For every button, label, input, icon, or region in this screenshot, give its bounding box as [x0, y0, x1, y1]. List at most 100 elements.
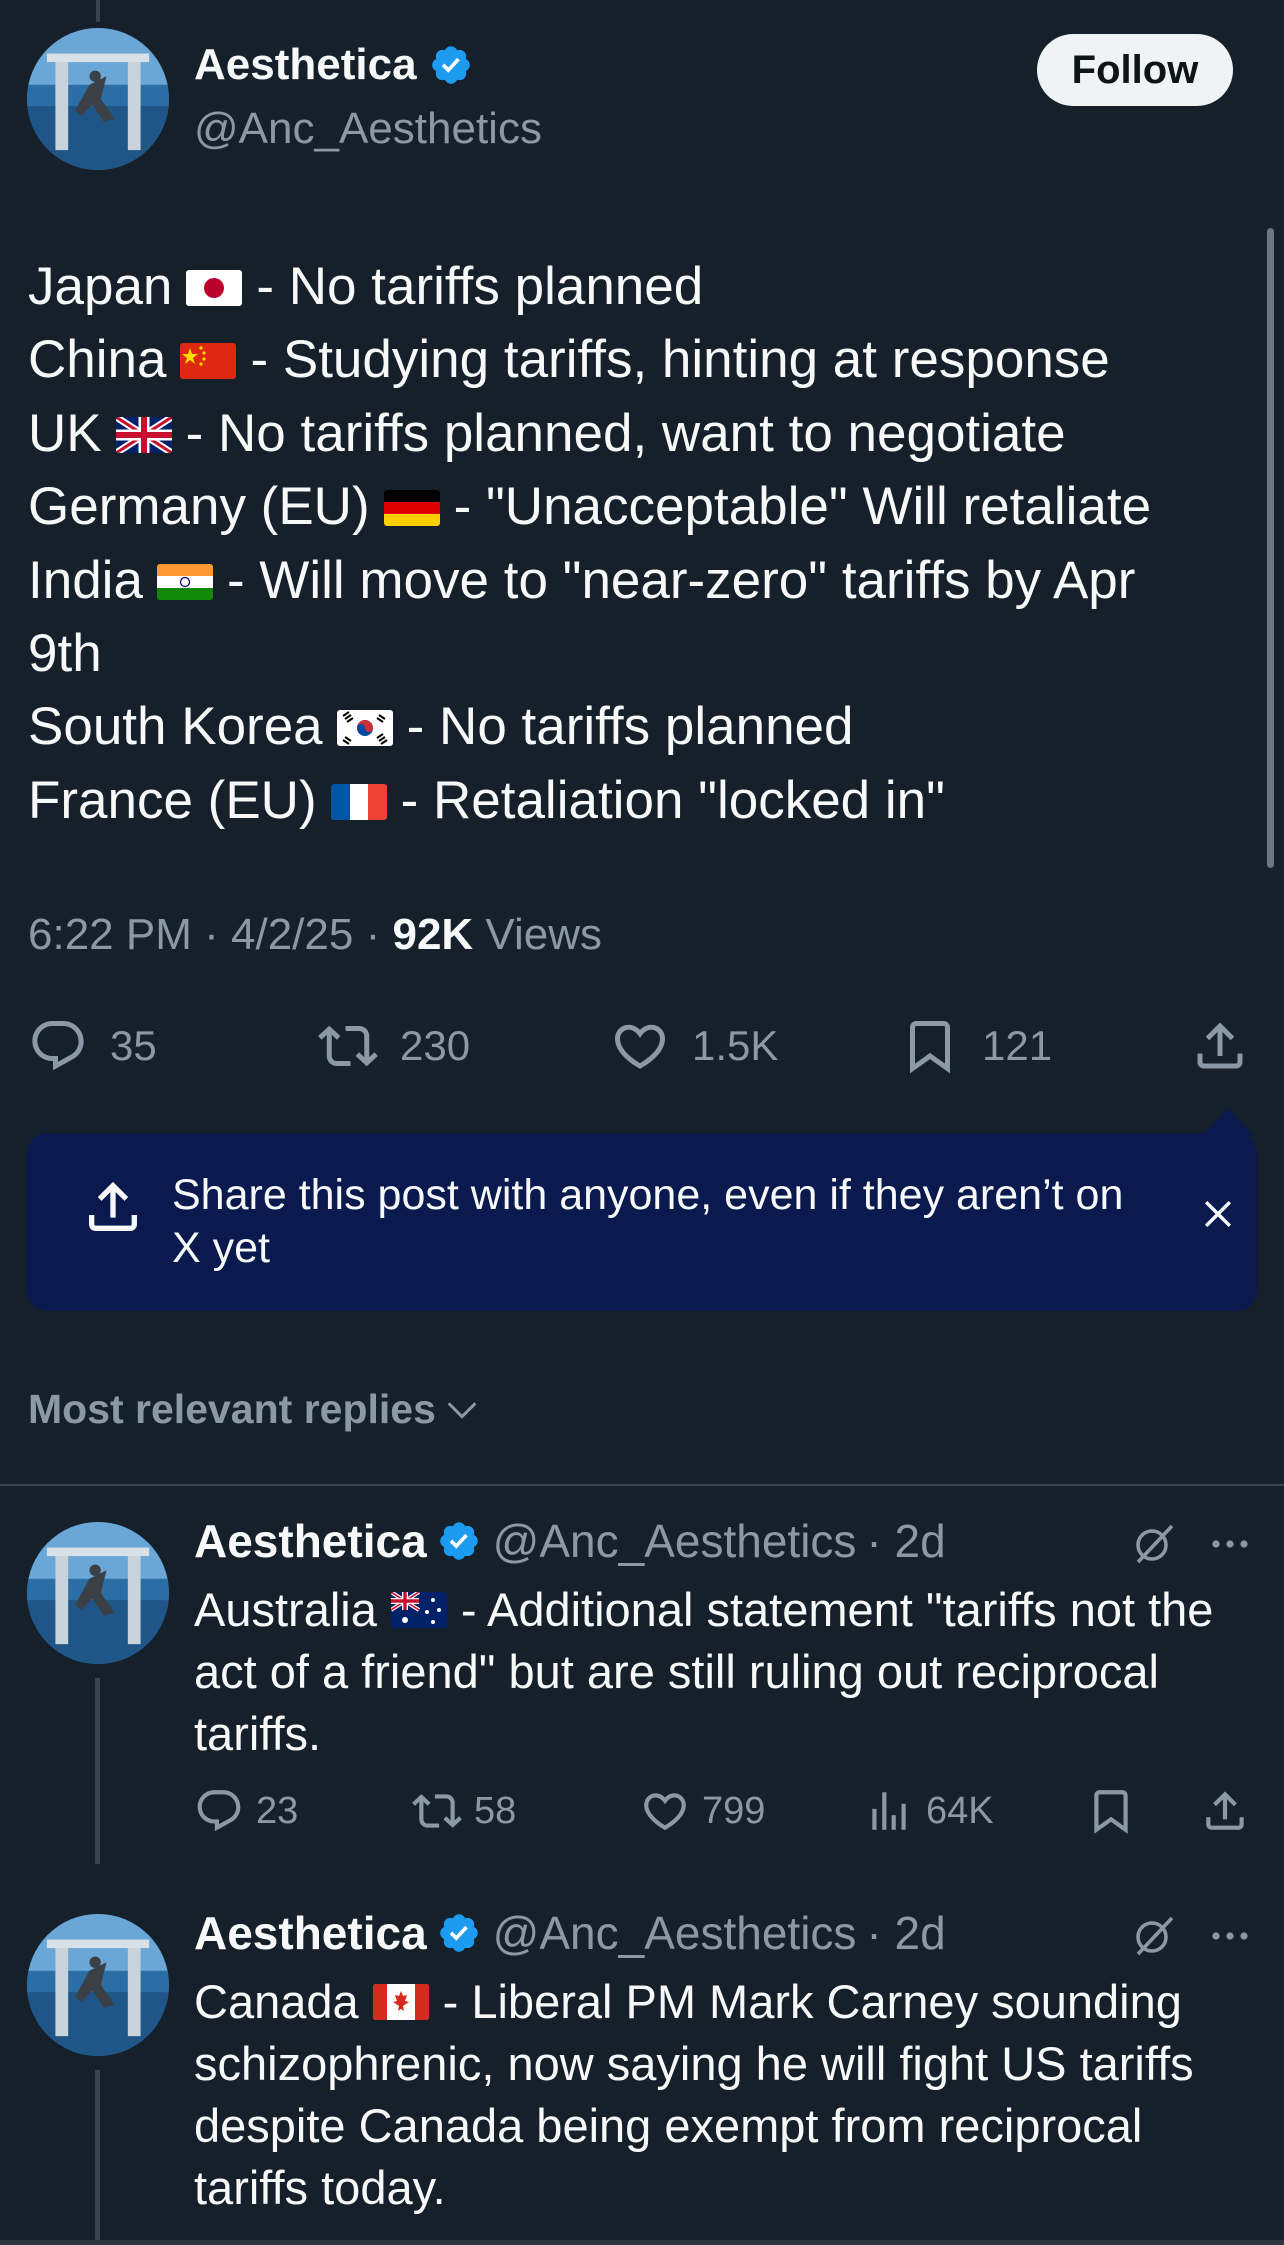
share-icon: [89, 1181, 137, 1231]
france-flag-icon: [330, 783, 387, 820]
post-line-status: - Will move to "near-zero" tariffs by Ap…: [226, 550, 1136, 610]
views-count: 64K: [926, 1789, 994, 1832]
grok-icon[interactable]: [1130, 1912, 1178, 1960]
reply-age[interactable]: · 2d: [866, 1514, 945, 1568]
heart-icon: [644, 1793, 686, 1831]
like-button[interactable]: 799: [640, 1786, 765, 1836]
post-line-country: China: [28, 330, 167, 390]
bookmark-icon: [910, 1021, 950, 1074]
reply-text: Australia - Additional statement "tariffs…: [194, 1579, 1254, 1765]
reply-count: 23: [256, 1789, 299, 1832]
reply-author-handle[interactable]: @Anc_Aesthetics: [493, 1514, 857, 1568]
bookmark-icon[interactable]: [1086, 1786, 1136, 1836]
post-line: South Korea - No tariffs planned: [28, 690, 1228, 763]
repost-button[interactable]: 58: [412, 1786, 516, 1836]
post-line-country: France (EU): [28, 770, 317, 830]
views-label: Views: [485, 910, 602, 959]
like-button[interactable]: 1.5K: [610, 1016, 778, 1076]
reply-text-country: Australia: [194, 1583, 377, 1636]
post-date[interactable]: 4/2/25: [231, 910, 353, 959]
post-line: India - Will move to "near-zero" tariffs …: [28, 544, 1228, 617]
bottom-divider: [0, 2240, 1284, 2245]
like-count: 799: [702, 1789, 766, 1832]
india-flag-icon: [156, 563, 213, 600]
reply-button[interactable]: 23: [194, 1786, 298, 1836]
post-actions: 35 230 1.5K 121: [0, 1008, 1284, 1084]
views-button[interactable]: 64K: [864, 1786, 994, 1836]
australia-flag-icon: [390, 1592, 447, 1628]
post-line-status: - Studying tariffs, hinting at response: [250, 330, 1110, 390]
germany-flag-icon: [383, 490, 440, 527]
reply-author-name[interactable]: Aesthetica: [194, 1906, 427, 1960]
post-line: China - Studying tariffs, hinting at resp…: [28, 323, 1228, 396]
more-icon[interactable]: [1206, 1912, 1254, 1960]
reply-header: Aesthetica @Anc_Aesthetics · 2d: [194, 1514, 946, 1568]
like-count: 1.5K: [692, 1022, 779, 1069]
post-line: Germany (EU) - "Unacceptable" Will retali…: [28, 470, 1228, 543]
repost-count: 58: [474, 1789, 517, 1832]
author-name-row: Aesthetica: [194, 40, 473, 90]
share-banner-pointer: [1202, 1108, 1254, 1136]
reply-author-name[interactable]: Aesthetica: [194, 1514, 427, 1568]
reply-avatar[interactable]: [27, 1914, 169, 2056]
reply-text: Canada - Liberal PM Mark Carney sounding …: [194, 1971, 1254, 2219]
author-handle[interactable]: @Anc_Aesthetics: [194, 104, 542, 154]
grok-icon[interactable]: [1130, 1520, 1178, 1568]
author-avatar[interactable]: [27, 28, 169, 170]
reply-icon: [32, 1021, 84, 1071]
post-line-status: - "Unacceptable" Will retaliate: [453, 477, 1152, 537]
post-time[interactable]: 6:22 PM: [28, 910, 192, 959]
post-line-country: Germany (EU): [28, 477, 370, 537]
post-line-status: - No tariffs planned: [256, 257, 704, 316]
share-icon: [1197, 1022, 1243, 1069]
share-button[interactable]: [1190, 1016, 1250, 1076]
section-divider: [0, 1484, 1284, 1486]
post-line-status: - Retaliation "locked in": [400, 770, 945, 830]
verified-badge-icon: [439, 1522, 478, 1560]
views-chart-icon: [872, 1792, 906, 1830]
thread-connector: [95, 2070, 100, 2240]
thread-connector: [95, 1678, 100, 1864]
replies-sort-label: Most relevant replies: [28, 1386, 436, 1432]
reply-avatar[interactable]: [27, 1522, 169, 1664]
post-line: UK - No tariffs planned, want to negotiat…: [28, 397, 1228, 470]
verified-badge-icon: [431, 46, 470, 84]
post-line-country: Japan: [28, 257, 173, 316]
views-count: 92K: [392, 910, 474, 959]
south-korea-flag-icon: [336, 710, 393, 747]
post-line-status: - No tariffs planned: [406, 697, 854, 757]
repost-icon: [318, 1025, 378, 1067]
meta-separator: ·: [204, 910, 219, 959]
reply-age[interactable]: · 2d: [866, 1906, 945, 1960]
post-line-country: UK: [28, 403, 102, 463]
author-name[interactable]: Aesthetica: [194, 40, 417, 90]
post-line: 9th: [28, 617, 1228, 690]
post-line-status: - No tariffs planned, want to negotiate: [185, 403, 1066, 463]
share-banner: Share this post with anyone, even if the…: [27, 1133, 1257, 1311]
follow-button[interactable]: Follow: [1037, 34, 1233, 106]
post-line-country: South Korea: [28, 697, 323, 757]
reply-button[interactable]: 35: [28, 1016, 157, 1076]
reply-author-handle[interactable]: @Anc_Aesthetics: [493, 1906, 857, 1960]
reply-text-country: Canada: [194, 1975, 359, 2028]
more-icon[interactable]: [1206, 1520, 1254, 1568]
post-line-country: India: [28, 550, 143, 610]
scrollbar[interactable]: [1267, 228, 1274, 868]
meta-separator: ·: [365, 910, 381, 959]
post-meta: 6:22 PM · 4/2/25 · 92K Views: [28, 910, 602, 960]
replies-sort-dropdown[interactable]: Most relevant replies: [28, 1386, 482, 1433]
post-line: Japan - No tariffs planned: [28, 250, 1228, 323]
reply-count: 35: [110, 1022, 157, 1069]
close-icon[interactable]: [1197, 1193, 1239, 1235]
post-line-country: 9th: [28, 624, 102, 684]
post-line: France (EU) - Retaliation "locked in": [28, 764, 1228, 837]
share-banner-text[interactable]: Share this post with anyone, even if the…: [172, 1169, 1162, 1275]
repost-icon: [412, 1794, 462, 1828]
post-text: Japan - No tariffs planned China - Studying…: [28, 250, 1228, 837]
verified-badge-icon: [439, 1914, 478, 1952]
repost-button[interactable]: 230: [318, 1016, 470, 1076]
share-icon[interactable]: [1200, 1786, 1250, 1836]
canada-flag-icon: [372, 1984, 429, 2020]
uk-flag-icon: [115, 416, 172, 453]
bookmark-button[interactable]: 121: [900, 1016, 1052, 1076]
